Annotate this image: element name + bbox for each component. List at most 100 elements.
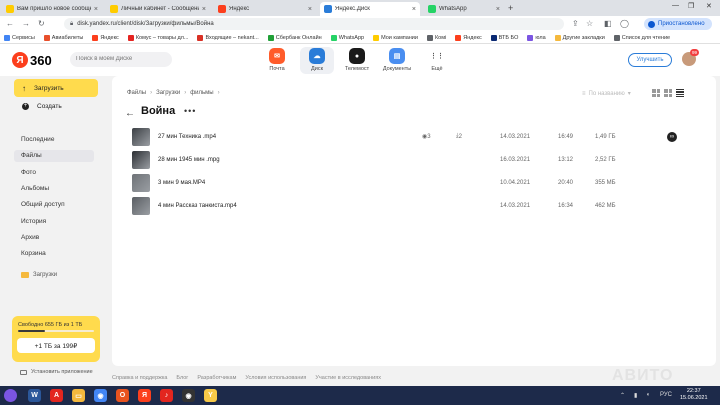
sidebar-item[interactable]: Корзина xyxy=(14,248,94,260)
bookmark-item[interactable]: Яндекс xyxy=(455,34,482,41)
extensions-icon[interactable]: ◧ xyxy=(604,19,612,28)
large-grid-view-icon[interactable] xyxy=(652,89,660,97)
search-input[interactable] xyxy=(70,52,172,67)
new-tab-button[interactable]: + xyxy=(508,3,513,13)
sidebar-item[interactable]: Последние xyxy=(14,134,94,146)
browser-tab[interactable]: Личный кабинет - Сообщения × xyxy=(106,2,210,16)
bookmark-item[interactable]: Другие закладки xyxy=(554,34,605,41)
bookmark-star-icon[interactable]: ☆ xyxy=(586,19,593,28)
bookmark-item[interactable]: Яндекс xyxy=(92,34,119,41)
install-app-link[interactable]: Установить приложение xyxy=(20,369,93,375)
opera-app-icon[interactable]: O xyxy=(116,389,129,402)
footer-link[interactable]: Условия использования xyxy=(245,375,306,381)
browser-app-icon[interactable]: Y xyxy=(204,389,217,402)
sidebar-item[interactable]: Файлы xyxy=(14,150,94,163)
close-tab-icon[interactable]: × xyxy=(202,6,206,13)
list-view-icon[interactable] xyxy=(676,89,684,97)
media-app-icon[interactable]: ◉ xyxy=(182,389,195,402)
footer-link[interactable]: Разработчикам xyxy=(197,375,236,381)
sidebar-item[interactable]: Общий доступ xyxy=(14,199,94,211)
bookmark-item[interactable]: ВТБ БО xyxy=(490,34,518,41)
bookmark-item[interactable]: Сервисы xyxy=(4,34,35,41)
close-tab-icon[interactable]: × xyxy=(496,6,500,13)
bookmark-item[interactable]: Комус – товары дл... xyxy=(127,34,188,41)
start-button[interactable] xyxy=(4,389,17,402)
table-row[interactable]: 3 мин 9 мая.МР4 10.04.2021 20:40 355 МБ xyxy=(132,171,692,194)
create-button[interactable]: + Создать xyxy=(14,98,98,114)
close-tab-icon[interactable]: × xyxy=(94,6,98,13)
buy-storage-button[interactable]: +1 ТБ за 199₽ xyxy=(17,338,95,353)
table-row[interactable]: 28 мин 1945 мин .mpg 16.03.2021 13:12 2,52 … xyxy=(132,148,692,171)
service-4[interactable]: ⋮⋮ Ещё xyxy=(420,48,454,72)
yandex-360-logo[interactable]: Я 360 xyxy=(12,52,52,68)
bookmark-item[interactable]: Комі xyxy=(426,34,446,41)
browser-tab[interactable]: Яндекс × xyxy=(214,2,316,16)
forward-arrow-icon[interactable]: → xyxy=(22,19,30,28)
back-arrow-icon[interactable]: ← xyxy=(6,19,14,28)
upload-button[interactable]: ↑ Загрузить xyxy=(14,79,98,97)
service-icon: ✉ xyxy=(269,48,285,64)
footer-link[interactable]: Справка и поддержка xyxy=(112,375,167,381)
service-3[interactable]: ▤ Документы xyxy=(380,48,414,72)
footer-link[interactable]: Участие в исследованиях xyxy=(315,375,381,381)
sidebar-folder-downloads[interactable]: Загрузки xyxy=(14,272,57,278)
share-page-icon[interactable]: ⇪ xyxy=(572,19,579,28)
yandex-app-icon[interactable]: Я xyxy=(138,389,151,402)
clock-time: 22:37 xyxy=(686,388,701,394)
bookmark-item[interactable]: Список для чтение xyxy=(613,34,671,41)
table-row[interactable]: 4 мин Рассказ танкиста.mp4 14.03.2021 16:3… xyxy=(132,194,692,217)
breadcrumb-item[interactable]: Загрузки xyxy=(156,90,180,96)
more-options-icon[interactable]: ••• xyxy=(184,106,196,116)
upgrade-button[interactable]: Улучшить xyxy=(628,53,672,67)
url-field[interactable]: 🔒︎ disk.yandex.ru/client/disk/Загрузки/ф… xyxy=(64,18,564,30)
explorer-app-icon[interactable]: ▭ xyxy=(72,389,85,402)
bookmark-item[interactable]: Мои кампании xyxy=(373,34,418,41)
close-window-icon[interactable]: ✕ xyxy=(706,2,712,10)
bookmark-label: Список для чтение xyxy=(621,34,671,41)
table-row[interactable]: 27 мин Техника .mp4 ◉ 3 ⤓ 2 14.03.2021 16:49… xyxy=(132,125,692,148)
tab-label: WhatsApp xyxy=(439,6,467,12)
minimize-icon[interactable]: — xyxy=(672,2,679,9)
footer-link[interactable]: Блог xyxy=(176,375,188,381)
breadcrumb-item[interactable]: фильмы xyxy=(190,90,213,96)
bookmark-favicon-icon xyxy=(373,34,380,41)
link-icon[interactable]: ∞ xyxy=(667,131,677,142)
breadcrumb-item[interactable]: Файлы xyxy=(127,90,146,96)
back-arrow-icon[interactable]: ← xyxy=(125,108,135,119)
network-icon[interactable]: ▮ xyxy=(634,392,637,399)
tray-arrow-icon[interactable]: ⌃ xyxy=(620,392,625,399)
bookmark-item[interactable]: WhatsApp xyxy=(330,34,364,41)
sidebar-item[interactable]: Альбомы xyxy=(14,183,94,195)
service-0[interactable]: ✉ Почта xyxy=(260,48,294,72)
maximize-icon[interactable]: ❐ xyxy=(688,2,694,10)
browser-tab[interactable]: Вам пришло новое сообщение× xyxy=(2,2,102,16)
sort-dropdown[interactable]: ≡ По названию ▾ xyxy=(582,90,631,98)
close-tab-icon[interactable]: × xyxy=(308,6,312,13)
service-label: Телемост xyxy=(344,66,370,72)
word-app-icon[interactable]: W xyxy=(28,389,41,402)
close-tab-icon[interactable]: × xyxy=(412,6,416,13)
bookmark-item[interactable]: Сбербанк Онлайн xyxy=(267,34,322,41)
chrome-app-icon[interactable]: ◉ xyxy=(94,389,107,402)
file-browser: Файлы › Загрузки › фильмы › ≡ По названию ▾ ←… xyxy=(112,76,716,366)
bookmark-item[interactable]: Входящие – nekant... xyxy=(197,34,259,41)
pdf-app-icon[interactable]: A xyxy=(50,389,63,402)
sidebar-item[interactable]: История xyxy=(14,216,94,228)
browser-tab[interactable]: Яндекс.Диск × xyxy=(320,2,420,16)
sidebar-item[interactable]: Архив xyxy=(14,232,94,244)
sync-paused-button[interactable]: Приостановлено xyxy=(644,18,712,30)
language-indicator[interactable]: РУС xyxy=(660,392,672,398)
small-grid-view-icon[interactable] xyxy=(664,89,672,97)
sidebar-item[interactable]: Фото xyxy=(14,167,94,179)
browser-tab[interactable]: WhatsApp × xyxy=(424,2,504,16)
volume-icon[interactable]: ◖ xyxy=(646,392,650,398)
bookmark-item[interactable]: Авиабилеты xyxy=(43,34,83,41)
yandex-music-app-icon[interactable]: ♪ xyxy=(160,389,173,402)
lock-icon: 🔒︎ xyxy=(70,20,74,27)
reload-icon[interactable]: ↻ xyxy=(38,19,45,28)
clock[interactable]: 22:37 15.06.2021 xyxy=(680,388,708,402)
bookmark-item[interactable]: юла xyxy=(527,34,546,41)
service-2[interactable]: ● Телемост xyxy=(340,48,374,72)
profile-icon[interactable]: ◯ xyxy=(620,19,629,28)
service-1[interactable]: ☁ Диск xyxy=(300,47,334,74)
